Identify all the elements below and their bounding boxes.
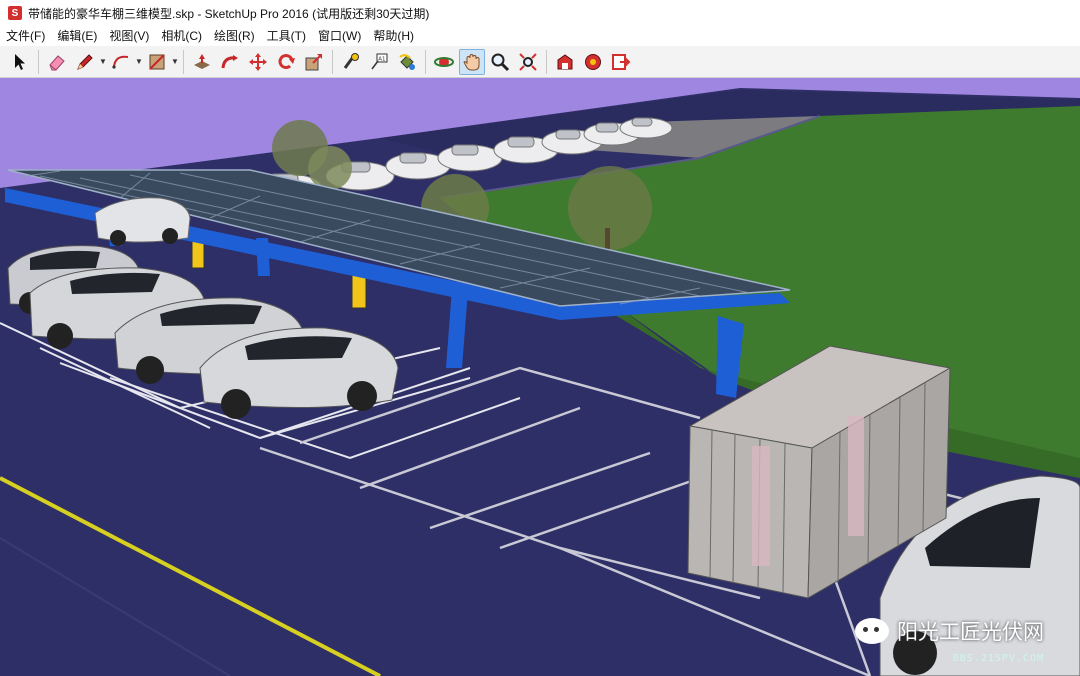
select-icon[interactable] <box>7 49 33 75</box>
warehouse-icon[interactable] <box>552 49 578 75</box>
watermark: 阳光工匠光伏网 <box>855 616 1044 646</box>
offset-icon[interactable] <box>301 49 327 75</box>
window-title: 带储能的豪华车棚三维模型.skp - SketchUp Pro 2016 (试用… <box>28 6 430 21</box>
arc-dropdown-chevron-icon[interactable]: ▼ <box>135 49 143 75</box>
arc-icon[interactable] <box>108 49 134 75</box>
sketchup-app-icon: S <box>8 6 22 20</box>
paint-bucket-icon[interactable] <box>394 49 420 75</box>
menu-view[interactable]: 视图(V) <box>103 26 155 46</box>
zoom-extents-icon[interactable] <box>515 49 541 75</box>
menu-draw[interactable]: 绘图(R) <box>208 26 261 46</box>
scene-canvas <box>0 78 1080 676</box>
toolbar-separator <box>546 49 547 74</box>
pan-icon[interactable] <box>459 48 485 75</box>
toolbar-separator <box>183 49 184 74</box>
svg-text:A1: A1 <box>378 56 385 62</box>
extension-icon[interactable] <box>580 49 606 75</box>
rectangle-icon[interactable] <box>144 49 170 75</box>
menu-camera[interactable]: 相机(C) <box>155 26 208 46</box>
wechat-icon <box>855 618 889 644</box>
text-icon[interactable]: A1 <box>366 49 392 75</box>
rotate-icon[interactable] <box>273 49 299 75</box>
pencil-dropdown-chevron-icon[interactable]: ▼ <box>99 49 107 75</box>
share-icon[interactable] <box>608 49 634 75</box>
menu-window[interactable]: 窗口(W) <box>312 26 367 46</box>
rectangle-dropdown-chevron-icon[interactable]: ▼ <box>171 49 179 75</box>
zoom-icon[interactable] <box>487 49 513 75</box>
move-icon[interactable] <box>245 49 271 75</box>
tape-measure-icon[interactable] <box>338 49 364 75</box>
title-bar: S 带储能的豪华车棚三维模型.skp - SketchUp Pro 2016 (… <box>0 0 1080 26</box>
eraser-icon[interactable] <box>44 49 70 75</box>
push-pull-icon[interactable] <box>189 49 215 75</box>
follow-me-icon[interactable] <box>217 49 243 75</box>
toolbar-separator <box>332 49 333 74</box>
menu-edit[interactable]: 编辑(E) <box>51 26 103 46</box>
watermark-label: 阳光工匠光伏网 <box>897 621 1044 644</box>
menu-bar: 文件(F) 编辑(E) 视图(V) 相机(C) 绘图(R) 工具(T) 窗口(W… <box>0 26 1080 46</box>
model-viewport[interactable]: 阳光工匠光伏网 BBS.21SPV.COM <box>0 78 1080 676</box>
toolbar-separator <box>425 49 426 74</box>
menu-tools[interactable]: 工具(T) <box>261 26 312 46</box>
menu-help[interactable]: 帮助(H) <box>367 26 420 46</box>
menu-file[interactable]: 文件(F) <box>0 26 51 46</box>
main-toolbar: ▼ ▼ ▼ A1 <box>0 46 1080 78</box>
car-far-under-canopy <box>94 197 191 246</box>
toolbar-separator <box>38 49 39 74</box>
orbit-icon[interactable] <box>431 49 457 75</box>
pencil-icon[interactable] <box>72 49 98 75</box>
watermark-url: BBS.21SPV.COM <box>952 653 1044 664</box>
